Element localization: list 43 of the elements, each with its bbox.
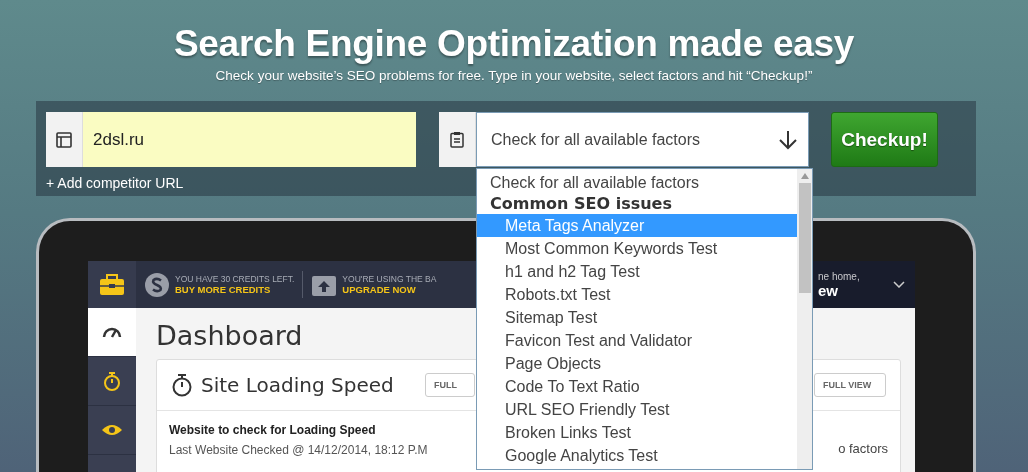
- full-view-button[interactable]: FULL VIEW: [814, 373, 886, 397]
- add-competitor-link[interactable]: + Add competitor URL: [46, 175, 184, 191]
- sidebar-item[interactable]: [88, 308, 136, 357]
- browser-window-icon: [56, 131, 72, 148]
- upgrade-link[interactable]: UPGRADE NOW: [342, 284, 437, 295]
- card-title: Site Loading Speed: [201, 373, 395, 397]
- dropdown-option[interactable]: Code To Text Ratio: [477, 375, 797, 398]
- coin-icon: [144, 271, 170, 298]
- full-view-button[interactable]: FULL: [425, 373, 475, 397]
- chevron-down-icon: [893, 281, 905, 288]
- dropdown-option[interactable]: Sitemap Test: [477, 306, 797, 329]
- dropdown-option[interactable]: Favicon Test and Validator: [477, 329, 797, 352]
- factor-select[interactable]: Check for all available factors: [476, 112, 809, 167]
- credits-text: YOU HAVE 30 CREDITS LEFT.: [175, 274, 295, 284]
- dashboard-heading: Dashboard: [156, 320, 303, 351]
- buy-credits-link[interactable]: BUY MORE CREDITS: [175, 284, 295, 295]
- stopwatch-icon: [171, 373, 193, 397]
- page-subtitle: Check your website’s SEO problems for free. Type in your website, select factors and hit “Checkup!”: [215, 68, 813, 83]
- briefcase-icon: [99, 273, 125, 296]
- dropdown-option[interactable]: Most Common Keywords Test: [477, 237, 797, 260]
- down-arrow-icon: [778, 129, 798, 150]
- dropdown-option[interactable]: h1 and h2 Tag Test: [477, 260, 797, 283]
- last-checked-text: Last Website Checked @ 14/12/2014, 18:12 P.M: [169, 443, 428, 457]
- scroll-up-icon: [800, 173, 809, 179]
- dropdown-option[interactable]: URL SEO Friendly Test: [477, 398, 797, 421]
- check-label: Website to check for Loading Speed: [169, 423, 377, 437]
- option-group-label: Common SEO issues: [489, 194, 673, 214]
- scrollbar[interactable]: [797, 169, 812, 469]
- dropdown-option[interactable]: Broken Links Test: [477, 421, 797, 444]
- dropdown-option[interactable]: Page Objects: [477, 352, 797, 375]
- checkup-button[interactable]: Checkup!: [831, 112, 938, 167]
- eye-icon: [101, 423, 123, 437]
- user-menu[interactable]: ne home, ew: [812, 261, 915, 308]
- factors-text: o factors: [838, 441, 888, 457]
- clipboard-icon: [450, 131, 464, 148]
- page-title: Search Engine Optimization made easy: [173, 22, 855, 66]
- stopwatch-icon: [103, 371, 121, 391]
- dropdown-option[interactable]: Robots.txt Test: [477, 283, 797, 306]
- plan-text: YOU'RE USING THE BA: [342, 274, 437, 284]
- url-field[interactable]: 2dsl.ru: [46, 112, 416, 167]
- dropdown-option[interactable]: Google Analytics Test: [477, 444, 797, 467]
- gauge-icon: [102, 326, 122, 338]
- dropdown-option[interactable]: Check for all available factors: [477, 171, 797, 194]
